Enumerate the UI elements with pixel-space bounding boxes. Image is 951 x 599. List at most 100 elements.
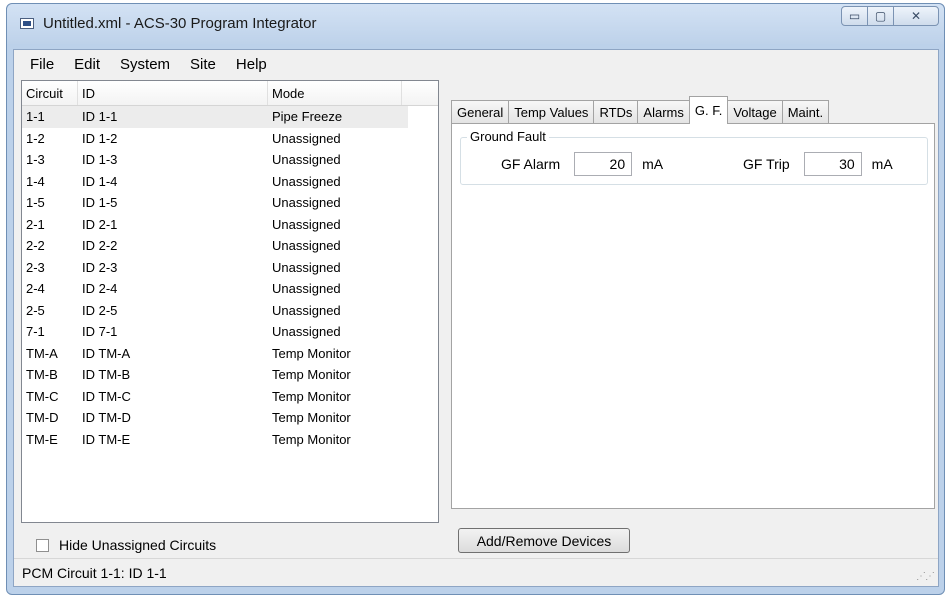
table-row[interactable]: TM-B ID TM-B Temp Monitor: [22, 364, 438, 386]
circuit-cell: 1-4: [26, 173, 45, 189]
minimize-button[interactable]: ▭: [841, 6, 868, 26]
id-cell: ID 1-2: [82, 130, 118, 146]
circuit-cell: TM-C: [26, 388, 59, 404]
table-row[interactable]: 2-1 ID 2-1 Unassigned: [22, 214, 438, 236]
id-cell: ID 2-5: [82, 302, 118, 318]
circuit-cell: 2-5: [26, 302, 45, 318]
gf-alarm-label: GF Alarm: [501, 156, 561, 172]
table-row[interactable]: TM-E ID TM-E Temp Monitor: [22, 429, 438, 451]
column-header-id[interactable]: ID: [78, 81, 268, 105]
table-row[interactable]: 2-3 ID 2-3 Unassigned: [22, 257, 438, 279]
table-row[interactable]: 2-2 ID 2-2 Unassigned: [22, 235, 438, 257]
circuit-cell: 1-2: [26, 130, 45, 146]
id-cell: ID TM-A: [82, 345, 131, 361]
column-header-circuit[interactable]: Circuit: [22, 81, 78, 105]
table-row[interactable]: 2-5 ID 2-5 Unassigned: [22, 300, 438, 322]
id-cell: ID 7-1: [82, 324, 118, 340]
mode-cell: Unassigned: [272, 302, 341, 318]
circuit-cell: 2-3: [26, 259, 45, 275]
table-row[interactable]: TM-C ID TM-C Temp Monitor: [22, 386, 438, 408]
gf-alarm-input[interactable]: 20: [574, 152, 633, 176]
menu-file[interactable]: File: [20, 56, 64, 73]
close-button[interactable]: ✕: [893, 6, 939, 26]
table-row[interactable]: 1-4 ID 1-4 Unassigned: [22, 171, 438, 193]
add-remove-devices-button[interactable]: Add/Remove Devices: [458, 528, 630, 553]
gf-alarm-row: GF Alarm 20 mA: [501, 152, 663, 176]
app-icon[interactable]: [20, 18, 34, 29]
table-row[interactable]: TM-D ID TM-D Temp Monitor: [22, 407, 438, 429]
menu-system[interactable]: System: [110, 56, 180, 73]
column-header-mode[interactable]: Mode: [268, 81, 402, 105]
app-window: Untitled.xml - ACS-30 Program Integrator…: [6, 3, 945, 595]
tab-general[interactable]: General: [451, 100, 510, 124]
menu-edit[interactable]: Edit: [64, 56, 110, 73]
table-row[interactable]: 2-4 ID 2-4 Unassigned: [22, 278, 438, 300]
id-cell: ID 1-3: [82, 152, 118, 168]
mode-cell: Temp Monitor: [272, 431, 351, 447]
tab-temp-values[interactable]: Temp Values: [508, 100, 595, 124]
circuit-cell: TM-D: [26, 410, 59, 426]
window-controls: ▭ ▢ ✕: [841, 6, 939, 26]
close-icon: ✕: [910, 9, 922, 23]
table-row[interactable]: TM-A ID TM-A Temp Monitor: [22, 343, 438, 365]
tab-alarms[interactable]: Alarms: [637, 100, 690, 124]
tab-voltage[interactable]: Voltage: [727, 100, 783, 124]
mode-cell: Temp Monitor: [272, 345, 351, 361]
menu-site[interactable]: Site: [180, 56, 226, 73]
checkbox-box[interactable]: [36, 538, 49, 552]
circuit-cell: TM-E: [26, 431, 58, 447]
mode-cell: Unassigned: [272, 152, 341, 168]
gf-alarm-unit: mA: [642, 156, 664, 172]
table-row[interactable]: 1-2 ID 1-2 Unassigned: [22, 128, 438, 150]
id-cell: ID 2-1: [82, 216, 118, 232]
list-body: 1-1 ID 1-1 Pipe Freeze 1-2 ID 1-2 Unassigned 1…: [22, 106, 438, 450]
table-row[interactable]: 1-3 ID 1-3 Unassigned: [22, 149, 438, 171]
list-header: Circuit ID Mode: [22, 81, 438, 106]
menu-bar: File Edit System Site Help: [14, 50, 277, 78]
id-cell: ID 1-4: [82, 173, 118, 189]
tab-gf[interactable]: G. F.: [688, 96, 729, 124]
ground-fault-group: Ground Fault GF Alarm 20 mA GF Trip 30 m…: [460, 129, 928, 185]
menu-help[interactable]: Help: [226, 56, 277, 73]
table-row[interactable]: 1-5 ID 1-5 Unassigned: [22, 192, 438, 214]
window-title: Untitled.xml - ACS-30 Program Integrator: [43, 15, 317, 32]
id-cell: ID 2-4: [82, 281, 118, 297]
client-area: File Edit System Site Help Circuit ID Mo…: [13, 49, 939, 587]
mode-cell: Unassigned: [272, 324, 341, 340]
hide-unassigned-checkbox[interactable]: Hide Unassigned Circuits: [36, 537, 216, 553]
mode-cell: Temp Monitor: [272, 367, 351, 383]
status-text: PCM Circuit 1-1: ID 1-1: [22, 564, 167, 581]
minimize-icon: ▭: [848, 9, 861, 23]
circuit-list[interactable]: Circuit ID Mode 1-1 ID 1-1 Pipe Freeze 1-2 I…: [21, 80, 439, 523]
id-cell: ID 2-2: [82, 238, 118, 254]
title-bar[interactable]: Untitled.xml - ACS-30 Program Integrator…: [7, 4, 944, 44]
id-cell: ID 1-5: [82, 195, 118, 211]
tab-rtds[interactable]: RTDs: [593, 100, 639, 124]
circuit-cell: TM-A: [26, 345, 58, 361]
mode-cell: Unassigned: [272, 195, 341, 211]
mode-cell: Temp Monitor: [272, 388, 351, 404]
mode-cell: Unassigned: [272, 130, 341, 146]
gf-trip-row: GF Trip 30 mA: [743, 152, 893, 176]
gf-trip-label: GF Trip: [743, 156, 790, 172]
gf-tab-panel: Ground Fault GF Alarm 20 mA GF Trip 30 m…: [451, 123, 935, 509]
maximize-icon: ▢: [874, 9, 887, 23]
mode-cell: Unassigned: [272, 173, 341, 189]
id-cell: ID 2-3: [82, 259, 118, 275]
mode-cell: Temp Monitor: [272, 410, 351, 426]
status-bar: PCM Circuit 1-1: ID 1-1 ⋰⋰: [14, 558, 938, 586]
table-row[interactable]: 1-1 ID 1-1 Pipe Freeze: [22, 106, 408, 128]
circuit-cell: 7-1: [26, 324, 45, 340]
maximize-button[interactable]: ▢: [867, 6, 894, 26]
resize-grip-icon[interactable]: ⋰⋰: [916, 571, 935, 582]
tab-maint[interactable]: Maint.: [781, 100, 830, 124]
id-cell: ID 1-1: [82, 109, 118, 125]
circuit-cell: 2-4: [26, 281, 45, 297]
id-cell: ID TM-C: [82, 388, 131, 404]
group-title: Ground Fault: [467, 129, 549, 144]
id-cell: ID TM-B: [82, 367, 131, 383]
gf-trip-input[interactable]: 30: [803, 152, 862, 176]
id-cell: ID TM-D: [82, 410, 131, 426]
mode-cell: Unassigned: [272, 238, 341, 254]
table-row[interactable]: 7-1 ID 7-1 Unassigned: [22, 321, 438, 343]
